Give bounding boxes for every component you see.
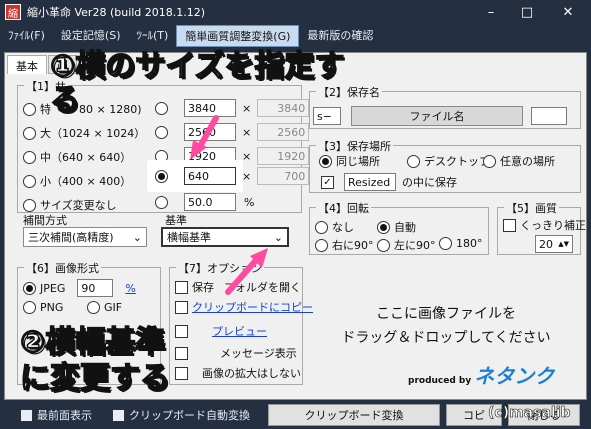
options-label: 【7】オプション bbox=[176, 260, 264, 276]
radio-small[interactable] bbox=[23, 174, 36, 188]
chevron-down-icon: ⌄ bbox=[132, 230, 142, 244]
jpeg-quality-field[interactable]: 90 bbox=[77, 279, 114, 297]
suffix-field[interactable] bbox=[531, 107, 567, 125]
radio-jpeg[interactable] bbox=[23, 281, 36, 295]
width-field-1[interactable]: 3840 bbox=[184, 99, 236, 117]
radio-large[interactable] bbox=[23, 126, 36, 140]
menu-tools[interactable]: ﾂｰﾙ(T) bbox=[129, 25, 177, 47]
radio-no-resize[interactable] bbox=[23, 198, 36, 212]
radio-png[interactable] bbox=[23, 301, 36, 314]
filename-button[interactable]: ファイル名 bbox=[351, 106, 523, 126]
radio-gif[interactable] bbox=[87, 301, 100, 314]
height-field-1: 3840 bbox=[257, 99, 310, 117]
annotation-1-line1: ①横のサイズを指定す bbox=[49, 49, 345, 85]
height-field-4: 700 bbox=[257, 167, 310, 185]
radio-custom-1[interactable] bbox=[155, 101, 168, 115]
spinner-icon: ▲▼ bbox=[558, 240, 569, 248]
radio-same-place[interactable] bbox=[319, 154, 332, 168]
save-location-label: 【3】保存場所 bbox=[316, 138, 393, 154]
radio-any-place[interactable] bbox=[483, 154, 496, 168]
width-field-2[interactable]: 2560 bbox=[184, 123, 236, 141]
size-option-none[interactable]: サイズ変更なし bbox=[23, 197, 117, 213]
size-option-special[interactable]: 特 80 × 1280) bbox=[23, 101, 142, 117]
tab-basic[interactable]: 基本 bbox=[7, 55, 47, 74]
title-bar: 縮 縮小革命 Ver28 (build 2018.1.12) – □ ✕ bbox=[0, 0, 591, 24]
drop-text-line2: ドラッグ＆ドロップしてください bbox=[341, 330, 551, 346]
save-name-label: 【2】保存名 bbox=[316, 84, 382, 100]
radio-rotate-left[interactable] bbox=[377, 238, 390, 252]
percent-field[interactable]: 50.0 bbox=[184, 193, 236, 211]
app-icon: 縮 bbox=[5, 4, 21, 20]
open-folder-checkbox[interactable] bbox=[175, 280, 188, 294]
height-field-2: 2560 bbox=[257, 123, 310, 141]
height-field-3: 1920 bbox=[257, 147, 310, 165]
quality-label: 【5】画質 bbox=[504, 200, 559, 216]
preview-checkbox[interactable] bbox=[175, 324, 188, 338]
auto-clip-checkbox[interactable] bbox=[112, 408, 125, 422]
chevron-down-icon: ⌄ bbox=[273, 230, 283, 244]
no-enlarge-checkbox[interactable] bbox=[175, 366, 188, 380]
clipboard-convert-button[interactable]: クリップボード変換 bbox=[268, 404, 440, 426]
format-label: 【6】画像形式 bbox=[24, 260, 101, 276]
bottom-bar: ✓ 最前面表示 クリップボード自動変換 クリップボード変換 コピ 閉じる (c)m… bbox=[0, 400, 591, 429]
interp-label: 補間方式 bbox=[23, 214, 67, 227]
radio-rotate-none[interactable] bbox=[315, 220, 328, 234]
radio-desktop[interactable] bbox=[407, 154, 420, 168]
preview-link[interactable]: プレビュー bbox=[212, 323, 267, 339]
drop-text-line1: ここに画像ファイルを bbox=[376, 306, 516, 322]
window-title: 縮小革命 Ver28 (build 2018.1.12) bbox=[27, 6, 206, 19]
basis-label: 基準 bbox=[165, 214, 187, 227]
close-button[interactable]: ✕ bbox=[545, 0, 591, 24]
size-option-medium[interactable]: 中（640 × 640） bbox=[23, 149, 131, 165]
netank-logo: produced by ネタンク bbox=[408, 364, 555, 388]
menu-easy-quality[interactable]: 簡単画質調整変換(G) bbox=[176, 25, 300, 47]
annotation-2-line2: に変更する bbox=[19, 361, 171, 397]
folder-checkbox[interactable]: ✓ bbox=[321, 175, 334, 189]
menu-bar: ﾌｧｲﾙ(F) 設定記憶(S) ﾂｰﾙ(T) 簡単画質調整変換(G) 最新版の確… bbox=[0, 24, 591, 48]
radio-rotate-right[interactable] bbox=[315, 238, 328, 252]
radio-special[interactable] bbox=[23, 102, 36, 116]
radio-rotate-auto[interactable] bbox=[377, 220, 390, 234]
annotation-1-line2: る bbox=[49, 83, 81, 119]
menu-settings[interactable]: 設定記憶(S) bbox=[53, 25, 129, 47]
radio-medium[interactable] bbox=[23, 150, 36, 164]
minimize-button[interactable]: – bbox=[473, 0, 509, 24]
watermark: (c)masalib bbox=[488, 405, 571, 422]
radio-rotate-180[interactable] bbox=[439, 237, 452, 250]
radio-custom-4[interactable] bbox=[155, 169, 168, 183]
size-option-large[interactable]: 大（1024 × 1024） bbox=[23, 125, 145, 141]
basis-select[interactable]: 横幅基準 ⌄ bbox=[161, 227, 289, 247]
copy-clipboard-link[interactable]: クリップボードにコピー bbox=[192, 299, 313, 315]
menu-file[interactable]: ﾌｧｲﾙ(F) bbox=[0, 25, 53, 47]
size-option-small[interactable]: 小（400 × 400） bbox=[23, 173, 131, 189]
folder-name-field[interactable]: Resized bbox=[344, 173, 396, 191]
sharpen-checkbox[interactable] bbox=[503, 218, 516, 232]
copy-clipboard-checkbox[interactable] bbox=[175, 300, 188, 314]
jpeg-percent-link[interactable]: % bbox=[125, 282, 135, 295]
message-checkbox[interactable] bbox=[175, 346, 188, 360]
interp-select[interactable]: 三次補間(高精度) ⌄ bbox=[23, 227, 147, 247]
radio-percent[interactable] bbox=[155, 195, 168, 209]
quality-stepper[interactable]: 20 ▲▼ bbox=[535, 235, 573, 253]
annotation-2-line1: ②横幅基準 bbox=[19, 325, 166, 361]
topmost-checkbox[interactable]: ✓ bbox=[20, 408, 33, 422]
width-field-4[interactable]: 640 bbox=[184, 167, 236, 185]
prefix-field[interactable]: s− bbox=[313, 107, 341, 125]
percent-sign: % bbox=[244, 195, 255, 209]
menu-update-check[interactable]: 最新版の確認 bbox=[299, 25, 381, 47]
rotate-label: 【4】回転 bbox=[316, 200, 371, 216]
maximize-button[interactable]: □ bbox=[509, 0, 545, 24]
radio-custom-2[interactable] bbox=[155, 125, 168, 139]
